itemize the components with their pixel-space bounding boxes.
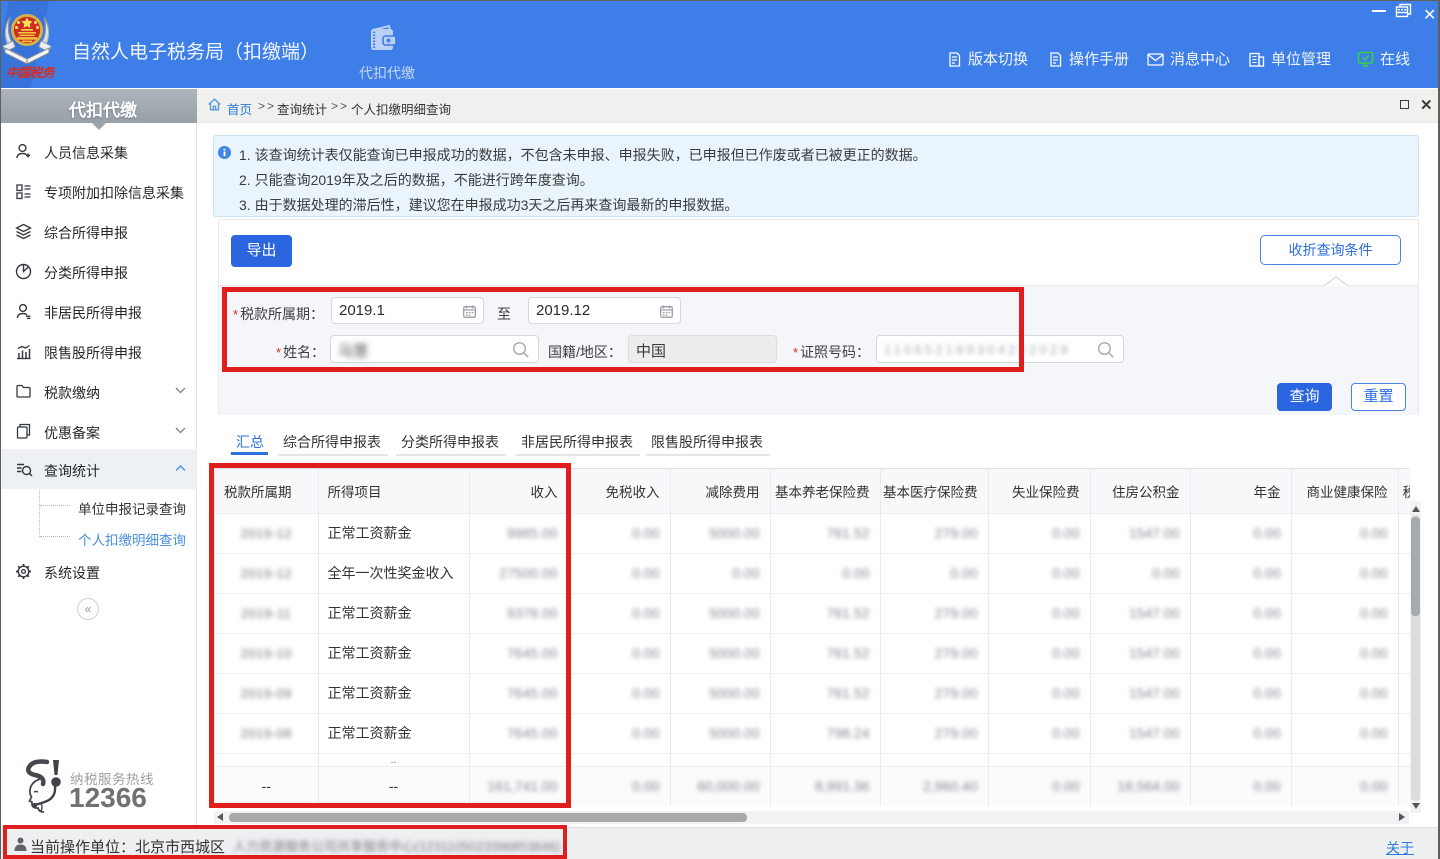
svg-text:中国税务: 中国税务 xyxy=(6,66,57,80)
